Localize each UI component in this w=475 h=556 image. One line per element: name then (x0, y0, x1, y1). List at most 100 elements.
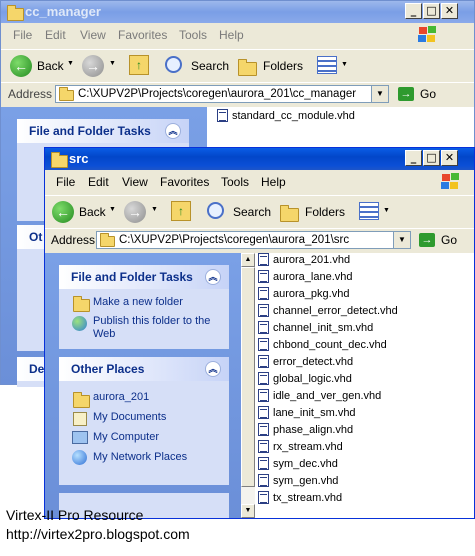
file-item[interactable]: error_detect.vhd (258, 355, 353, 371)
file-item[interactable]: rx_stream.vhd (258, 440, 343, 456)
tasks-panel-header[interactable]: File and Folder Tasks ︽ (59, 265, 229, 289)
collapse-icon[interactable]: ︽ (205, 269, 221, 285)
back-button[interactable]: Back (79, 205, 106, 219)
file-item[interactable]: aurora_pkg.vhd (258, 287, 349, 303)
file-item[interactable]: chbond_count_dec.vhd (258, 338, 387, 354)
menu-favorites[interactable]: Favorites (118, 28, 167, 42)
file-item[interactable]: sym_gen.vhd (258, 474, 338, 490)
toolbar: ← Back ▼ → ▼ ↑ Search Folders ▼ (45, 195, 474, 229)
menu-edit[interactable]: Edit (88, 175, 109, 189)
my-computer-link[interactable]: My Computer (93, 431, 159, 443)
go-arrow-icon[interactable]: → (398, 87, 414, 101)
vhd-file-icon (217, 109, 228, 122)
menu-tools[interactable]: Tools (179, 28, 207, 42)
address-dropdown-button[interactable]: ▼ (393, 232, 410, 248)
maximize-button[interactable]: □ (423, 3, 440, 19)
back-arrow-icon[interactable]: ← (10, 55, 32, 77)
search-button[interactable]: Search (233, 205, 271, 219)
file-item[interactable]: aurora_lane.vhd (258, 270, 353, 286)
folders-button[interactable]: Folders (263, 59, 303, 73)
collapse-icon[interactable]: ︽ (205, 361, 221, 377)
address-text: C:\XUPV2P\Projects\coregen\aurora_201\cc… (78, 88, 357, 100)
scroll-thumb[interactable] (241, 267, 255, 487)
file-item[interactable]: channel_error_detect.vhd (258, 304, 398, 320)
back-window-titlebar[interactable]: cc_manager _ □ ✕ (1, 1, 474, 23)
file-item[interactable]: standard_cc_module.vhd (217, 109, 355, 125)
back-dropdown-icon[interactable]: ▼ (67, 60, 74, 67)
address-field[interactable]: C:\XUPV2P\Projects\coregen\aurora_201\sr… (96, 231, 411, 249)
my-computer-icon (72, 431, 88, 444)
file-name: idle_and_ver_gen.vhd (273, 390, 382, 402)
go-button[interactable]: Go (420, 87, 436, 101)
close-button[interactable]: ✕ (441, 150, 458, 166)
menu-favorites[interactable]: Favorites (160, 175, 209, 189)
close-button[interactable]: ✕ (441, 3, 458, 19)
menu-bar: File Edit View Favorites Tools Help (45, 172, 474, 192)
menu-view[interactable]: View (122, 175, 148, 189)
folders-icon[interactable] (280, 205, 299, 222)
search-icon[interactable] (207, 202, 224, 219)
menu-file[interactable]: File (56, 175, 75, 189)
address-dropdown-button[interactable]: ▼ (371, 86, 388, 102)
folders-icon[interactable] (238, 59, 257, 76)
menu-edit[interactable]: Edit (45, 28, 66, 42)
my-network-places-link[interactable]: My Network Places (93, 451, 187, 463)
other-places-header[interactable]: Other Places ︽ (59, 357, 229, 381)
address-field[interactable]: C:\XUPV2P\Projects\coregen\aurora_201\cc… (55, 85, 389, 103)
forward-dropdown-icon[interactable]: ▼ (151, 206, 158, 213)
front-window-titlebar[interactable]: src _ □ ✕ (45, 148, 474, 170)
scroll-down-arrow[interactable]: ▼ (241, 504, 255, 518)
back-dropdown-icon[interactable]: ▼ (109, 206, 116, 213)
go-button[interactable]: Go (441, 233, 457, 247)
search-button[interactable]: Search (191, 59, 229, 73)
file-item[interactable]: lane_init_sm.vhd (258, 406, 356, 422)
my-documents-link[interactable]: My Documents (93, 411, 166, 423)
folder-icon (7, 5, 24, 21)
file-name: rx_stream.vhd (273, 441, 343, 453)
menu-file[interactable]: File (13, 28, 32, 42)
file-item[interactable]: idle_and_ver_gen.vhd (258, 389, 381, 405)
go-arrow-icon[interactable]: → (419, 233, 435, 247)
menu-help[interactable]: Help (219, 28, 244, 42)
folder-icon (100, 233, 115, 247)
task-pane-scrollbar[interactable]: ▲ ▼ (241, 253, 255, 518)
file-item[interactable]: phase_align.vhd (258, 423, 353, 439)
file-item[interactable]: sym_dec.vhd (258, 457, 338, 473)
scroll-up-arrow[interactable]: ▲ (241, 253, 255, 267)
forward-arrow-icon[interactable]: → (124, 201, 146, 223)
menu-tools[interactable]: Tools (221, 175, 249, 189)
file-item[interactable]: channel_init_sm.vhd (258, 321, 373, 337)
up-folder-icon[interactable]: ↑ (171, 201, 191, 221)
minimize-button[interactable]: _ (405, 150, 422, 166)
minimize-button[interactable]: _ (405, 3, 422, 19)
forward-arrow-icon[interactable]: → (82, 55, 104, 77)
file-name: error_detect.vhd (273, 356, 354, 368)
back-arrow-icon[interactable]: ← (52, 201, 74, 223)
tasks-panel-header[interactable]: File and Folder Tasks ︽ (17, 119, 189, 143)
make-new-folder-link[interactable]: Make a new folder (93, 296, 183, 308)
views-dropdown-icon[interactable]: ▼ (341, 61, 348, 68)
up-folder-icon[interactable]: ↑ (129, 55, 149, 75)
file-item[interactable]: aurora_201.vhd (258, 253, 350, 269)
folder-icon (51, 152, 68, 168)
views-icon[interactable] (317, 56, 337, 74)
search-icon[interactable] (165, 56, 182, 73)
collapse-icon[interactable]: ︽ (165, 123, 181, 139)
aurora-201-link[interactable]: aurora_201 (93, 391, 149, 403)
file-name: global_logic.vhd (273, 373, 352, 385)
back-button[interactable]: Back (37, 59, 64, 73)
views-icon[interactable] (359, 202, 379, 220)
address-bar: Address C:\XUPV2P\Projects\coregen\auror… (1, 82, 474, 107)
file-item[interactable]: global_logic.vhd (258, 372, 352, 388)
views-dropdown-icon[interactable]: ▼ (383, 207, 390, 214)
vhd-file-icon (258, 440, 269, 453)
address-label: Address (8, 87, 53, 101)
menu-help[interactable]: Help (261, 175, 286, 189)
menu-view[interactable]: View (80, 28, 106, 42)
forward-dropdown-icon[interactable]: ▼ (109, 60, 116, 67)
maximize-button[interactable]: □ (423, 150, 440, 166)
file-item[interactable]: tx_stream.vhd (258, 491, 342, 507)
publish-folder-link[interactable]: Publish this folder to the Web (93, 315, 223, 341)
folders-button[interactable]: Folders (305, 205, 345, 219)
file-name: phase_align.vhd (273, 424, 354, 436)
